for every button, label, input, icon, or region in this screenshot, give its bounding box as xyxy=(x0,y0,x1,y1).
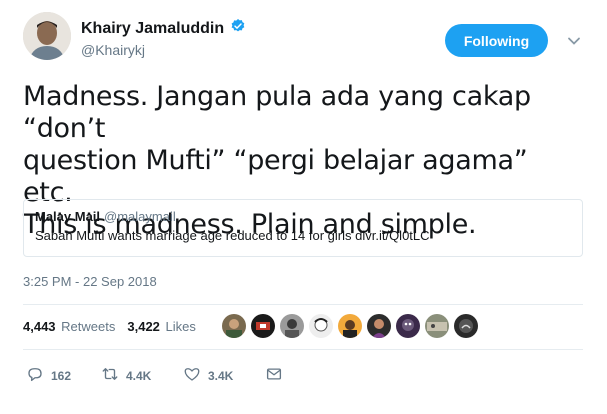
direct-message-button[interactable] xyxy=(265,365,283,386)
likes-count: 3,422 xyxy=(127,319,160,334)
author-handle[interactable]: @Khairykj xyxy=(81,42,145,58)
like-button[interactable]: 3.4K xyxy=(183,365,265,386)
reply-button[interactable]: 162 xyxy=(26,365,101,386)
liker-avatar[interactable] xyxy=(251,314,275,338)
likes-label: Likes xyxy=(165,319,196,334)
retweets-label: Retweets xyxy=(61,319,116,334)
quoted-author-handle: @malaymail xyxy=(104,209,176,224)
liker-avatar[interactable] xyxy=(309,314,333,338)
retweet-button[interactable]: 4.4K xyxy=(101,365,183,386)
heart-icon xyxy=(183,365,201,386)
liker-avatar[interactable] xyxy=(338,314,362,338)
verified-badge-icon xyxy=(230,18,246,39)
likes-stat[interactable]: 3,422 Likes xyxy=(127,319,196,334)
quoted-tweet-text: Sabah Mufti wants marriage age reduced t… xyxy=(35,228,430,243)
reply-icon xyxy=(26,365,44,386)
envelope-icon xyxy=(265,365,283,386)
liker-avatar[interactable] xyxy=(454,314,478,338)
liker-avatar[interactable] xyxy=(396,314,420,338)
reply-count: 162 xyxy=(51,368,72,383)
liker-avatar[interactable] xyxy=(425,314,449,338)
retweets-count: 4,443 xyxy=(23,319,56,334)
chevron-down-icon[interactable] xyxy=(566,33,582,49)
tweet-timestamp[interactable]: 3:25 PM - 22 Sep 2018 xyxy=(23,274,157,289)
divider xyxy=(23,304,583,305)
author-display-name[interactable]: Khairy Jamaluddin xyxy=(81,20,224,38)
engagement-stats: 4,443 Retweets 3,422 Likes xyxy=(23,319,196,334)
liker-avatars xyxy=(222,314,478,338)
quoted-tweet-card[interactable]: Malay Mail @malaymail Sabah Mufti wants … xyxy=(23,199,583,257)
retweet-icon xyxy=(101,365,119,386)
quoted-author-name: Malay Mail xyxy=(35,209,101,224)
author-name-row: Khairy Jamaluddin xyxy=(81,18,246,39)
retweet-count: 4.4K xyxy=(126,368,152,383)
quoted-tweet-header: Malay Mail @malaymail xyxy=(35,209,571,224)
tweet-text-line: Madness. Jangan pula ada yang cakap “don… xyxy=(23,81,531,144)
author-avatar[interactable] xyxy=(23,12,71,60)
like-count: 3.4K xyxy=(208,368,234,383)
liker-avatar[interactable] xyxy=(367,314,391,338)
liker-avatar[interactable] xyxy=(280,314,304,338)
retweets-stat[interactable]: 4,443 Retweets xyxy=(23,319,115,334)
following-button[interactable]: Following xyxy=(445,24,548,57)
tweet-actions: 162 4.4K 3.4K xyxy=(23,365,283,386)
liker-avatar[interactable] xyxy=(222,314,246,338)
divider xyxy=(23,349,583,350)
